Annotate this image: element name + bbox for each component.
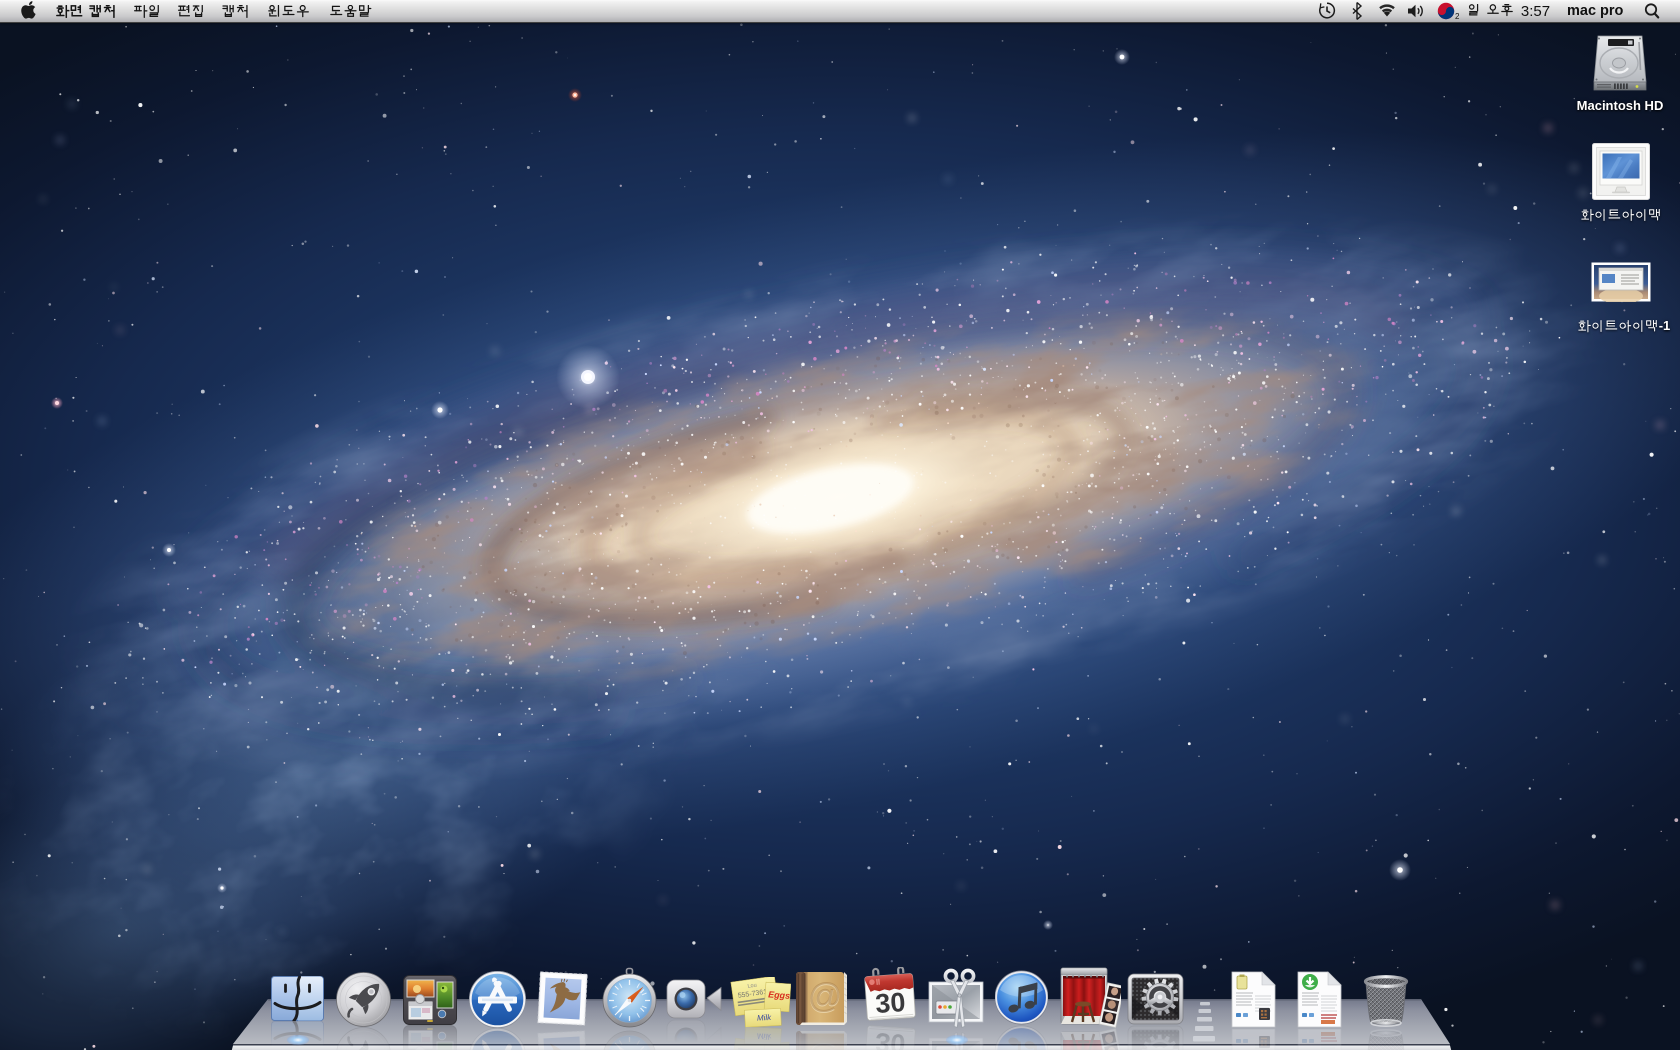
- svg-text:@: @: [808, 1041, 843, 1050]
- svg-text:Lou: Lou: [747, 983, 757, 990]
- svg-text:Milk: Milk: [757, 1013, 773, 1023]
- svg-text:Eggs: Eggs: [768, 989, 791, 1001]
- svg-text:2: 2: [1455, 12, 1460, 21]
- svg-text:30: 30: [874, 987, 906, 1019]
- svg-text:Milk: Milk: [757, 1031, 773, 1041]
- svg-text:@: @: [808, 977, 843, 1015]
